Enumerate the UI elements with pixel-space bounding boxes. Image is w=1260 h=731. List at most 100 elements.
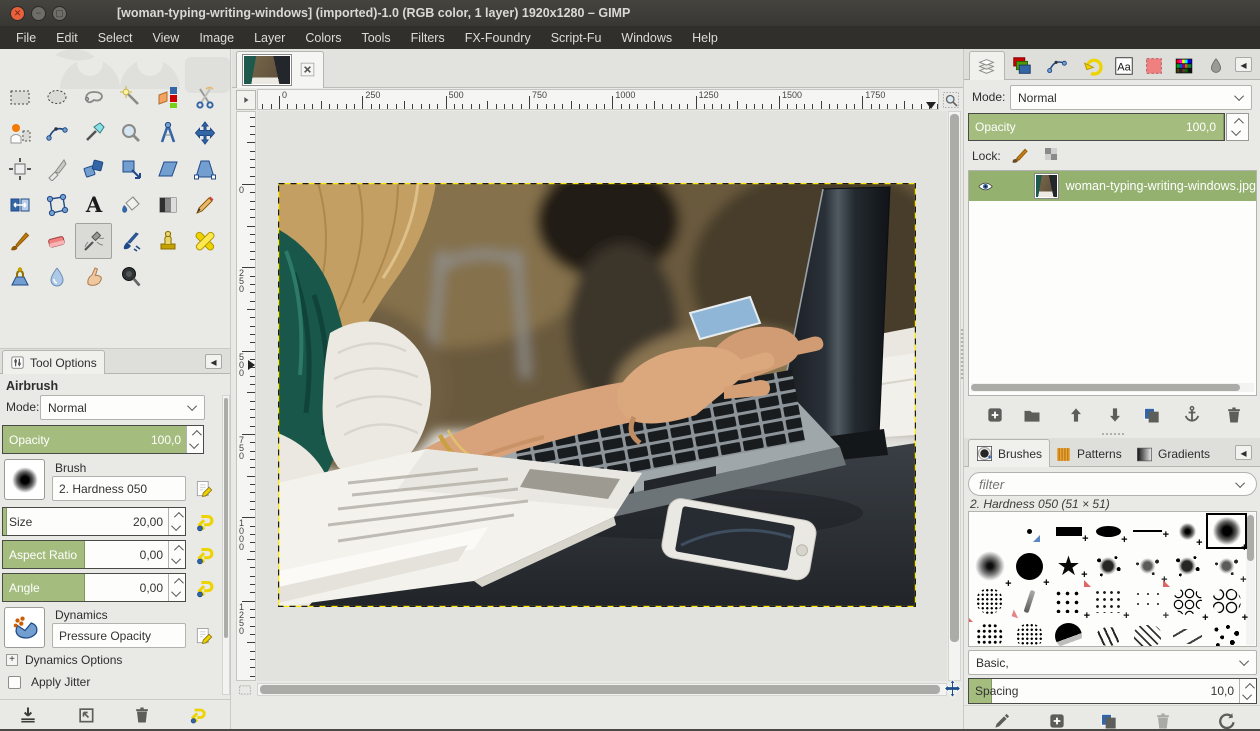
layer-new-layer-button[interactable] (975, 402, 1015, 428)
brush-cell[interactable] (1168, 584, 1207, 618)
layer-opacity-slider[interactable]: Opacity 100,0 (968, 113, 1225, 141)
brush-cell[interactable] (1128, 584, 1167, 618)
menu-select[interactable]: Select (88, 28, 143, 48)
brush-preview[interactable] (4, 459, 45, 500)
dock-tab-palette[interactable] (1166, 51, 1202, 80)
tab-tool-options[interactable]: Tool Options (2, 350, 105, 374)
dock-tab-undo-history[interactable] (1074, 51, 1110, 80)
menu-fx-foundry[interactable]: FX-Foundry (455, 28, 541, 48)
menu-view[interactable]: View (142, 28, 189, 48)
dock-splitter-grip[interactable] (1102, 433, 1124, 435)
zoom-follow-window-button[interactable] (941, 90, 961, 110)
tool-ellipse-select[interactable] (38, 79, 75, 115)
aspect-ratio-spinner[interactable] (168, 541, 185, 568)
layer-lower-button[interactable] (1095, 402, 1135, 428)
tab-brushes[interactable]: Brushes (968, 439, 1050, 467)
brush-cell[interactable] (1089, 619, 1128, 647)
layer-anchor-button[interactable] (1172, 402, 1212, 428)
menu-script-fu[interactable]: Script-Fu (541, 28, 612, 48)
brush-filter-input[interactable] (968, 472, 1257, 496)
layer-mode-select[interactable]: Normal (1010, 85, 1252, 110)
tool-options-save-button[interactable] (8, 702, 48, 728)
brush-cell[interactable] (1049, 584, 1088, 618)
tool-ink[interactable] (112, 223, 149, 259)
tool-bucket-fill[interactable] (112, 187, 149, 223)
brush-cell[interactable] (1089, 549, 1128, 583)
canvas-horizontal-scrollbar[interactable] (257, 683, 947, 696)
tool-cage-transform[interactable] (38, 187, 75, 223)
brush-cell[interactable] (1010, 619, 1049, 647)
lock-alpha-icon[interactable] (1042, 145, 1060, 163)
tool-eraser[interactable] (38, 223, 75, 259)
brush-cell[interactable] (970, 584, 1009, 618)
brush-name-input[interactable] (52, 476, 186, 501)
reset-angle-button[interactable] (192, 575, 218, 601)
reset-size-button[interactable] (192, 509, 218, 535)
brush-cell[interactable] (1128, 619, 1167, 647)
tool-alignment[interactable] (1, 151, 38, 187)
layer-visibility-eye-icon[interactable] (977, 178, 994, 195)
dock-tab-channels[interactable] (1004, 51, 1040, 80)
tool-color-picker[interactable] (75, 115, 112, 151)
opacity-slider[interactable]: Opacity 100,0 (2, 425, 204, 454)
close-button[interactable]: ✕ (10, 6, 25, 21)
brush-cell[interactable] (970, 619, 1009, 647)
tool-crop[interactable] (38, 151, 75, 187)
canvas-menu-button[interactable] (236, 90, 256, 110)
edit-dynamics-button[interactable] (192, 624, 216, 648)
tool-flip[interactable] (1, 187, 38, 223)
menu-tools[interactable]: Tools (351, 28, 400, 48)
brush-duplicate-button[interactable] (1089, 708, 1129, 731)
layer-duplicate-button[interactable] (1132, 402, 1172, 428)
tool-fuzzy-select[interactable] (112, 79, 149, 115)
brush-cell[interactable] (1089, 514, 1128, 548)
horizontal-ruler[interactable]: 02505007501000125015001750 (257, 89, 939, 110)
angle-slider[interactable]: Angle 0,00 (2, 573, 186, 602)
brush-cell[interactable] (1168, 619, 1207, 647)
menu-layer[interactable]: Layer (244, 28, 295, 48)
tool-move[interactable] (186, 115, 223, 151)
brush-cell[interactable] (1207, 619, 1246, 647)
tool-shear[interactable] (149, 151, 186, 187)
tool-scale[interactable] (112, 151, 149, 187)
brush-cell[interactable]: ★ (1049, 549, 1088, 583)
dynamics-options-expander[interactable]: + Dynamics Options (6, 653, 122, 667)
edit-brush-button[interactable] (192, 477, 216, 501)
spacing-slider[interactable]: Spacing 10,0 (968, 678, 1257, 704)
layer-new-group-button[interactable] (1012, 402, 1052, 428)
canvas-image[interactable] (278, 183, 916, 607)
tool-perspective[interactable] (186, 151, 223, 187)
tool-options-reset-button[interactable] (178, 702, 218, 728)
brush-edit-button[interactable] (982, 708, 1022, 731)
brush-cell[interactable] (1010, 514, 1049, 548)
lock-pixels-icon[interactable] (1010, 145, 1030, 165)
menu-windows[interactable]: Windows (611, 28, 682, 48)
brush-cell[interactable] (970, 549, 1009, 583)
tool-paintbrush[interactable] (1, 223, 38, 259)
paint-mode-select[interactable]: Normal (40, 395, 205, 420)
tool-airbrush[interactable] (75, 223, 112, 259)
image-tab[interactable] (236, 51, 324, 88)
brush-grid-scrollbar[interactable] (1246, 513, 1255, 645)
opacity-spinner[interactable] (186, 426, 203, 453)
angle-spinner[interactable] (168, 574, 185, 601)
menu-colors[interactable]: Colors (295, 28, 351, 48)
dynamics-input[interactable] (52, 623, 186, 648)
brush-cell[interactable] (1010, 549, 1049, 583)
tool-blur-sharpen[interactable] (38, 259, 75, 295)
brush-new-button[interactable] (1037, 708, 1077, 731)
quick-mask-button[interactable] (236, 684, 254, 696)
dock-collapse-button[interactable]: ◂ (1235, 57, 1252, 72)
tool-zoom[interactable] (112, 115, 149, 151)
dock-tab-layers[interactable] (969, 51, 1005, 80)
tool-options-revert-button[interactable] (66, 702, 106, 728)
brush-cell[interactable] (1207, 549, 1246, 583)
tool-foreground-select[interactable] (1, 115, 38, 151)
tool-rotate[interactable] (75, 151, 112, 187)
brush-category-select[interactable]: Basic, (968, 650, 1257, 675)
tool-dodge-burn[interactable] (112, 259, 149, 295)
menu-edit[interactable]: Edit (46, 28, 88, 48)
brush-cell[interactable] (1128, 514, 1167, 548)
minimize-button[interactable]: − (31, 6, 46, 21)
brush-cell[interactable] (1049, 619, 1088, 647)
